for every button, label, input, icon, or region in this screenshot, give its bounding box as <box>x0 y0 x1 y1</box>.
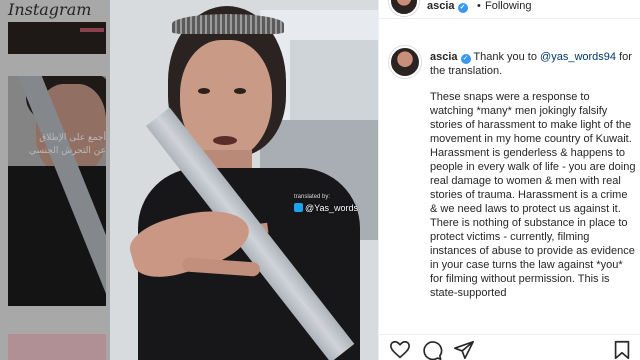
caption-thanks: Thank you to <box>473 51 537 63</box>
caption-username[interactable]: ascia <box>430 51 458 63</box>
eye <box>198 88 210 94</box>
divider <box>379 18 640 19</box>
heart-icon[interactable] <box>389 339 411 360</box>
watermark-handle: @Yas_words <box>305 203 358 213</box>
watermark-prefix: translated by: <box>294 194 331 200</box>
post-header: ascia ✓ • Following <box>379 0 640 18</box>
background-feed: Instagram أجمع على الإطلاق عن التحرش الج… <box>0 0 110 360</box>
mouth <box>213 136 237 145</box>
action-bar <box>379 334 640 360</box>
bookmark-icon[interactable] <box>611 339 633 360</box>
verified-badge-icon: ✓ <box>460 54 471 64</box>
caption-avatar[interactable] <box>389 46 421 78</box>
mention-link[interactable]: @yas_words94 <box>540 51 616 63</box>
modal-overlay[interactable] <box>0 0 110 360</box>
verified-badge-icon: ✓ <box>457 3 468 13</box>
car-window <box>290 40 378 120</box>
paper-plane-icon[interactable] <box>453 339 475 360</box>
caption-body: These snaps were a response to watching … <box>430 91 636 299</box>
post-caption: ascia ✓ Thank you to @yas_words94 for the… <box>430 50 636 300</box>
post-video[interactable]: translated by: @Yas_words <box>110 0 378 360</box>
eye <box>234 88 246 94</box>
separator-dot: • <box>477 0 481 12</box>
headband <box>172 14 284 34</box>
twitter-icon <box>294 203 303 212</box>
video-watermark: translated by: @Yas_words <box>294 192 358 214</box>
header-username-text[interactable]: ascia <box>427 0 455 12</box>
post-details-panel: ascia ✓ • Following ascia ✓ Thank you to @… <box>378 0 640 360</box>
avatar[interactable] <box>389 0 419 16</box>
instagram-post-view: Instagram أجمع على الإطلاق عن التحرش الج… <box>0 0 640 360</box>
following-button[interactable]: Following <box>485 0 531 12</box>
comment-icon[interactable] <box>421 339 443 360</box>
header-username[interactable]: ascia ✓ <box>427 0 468 13</box>
